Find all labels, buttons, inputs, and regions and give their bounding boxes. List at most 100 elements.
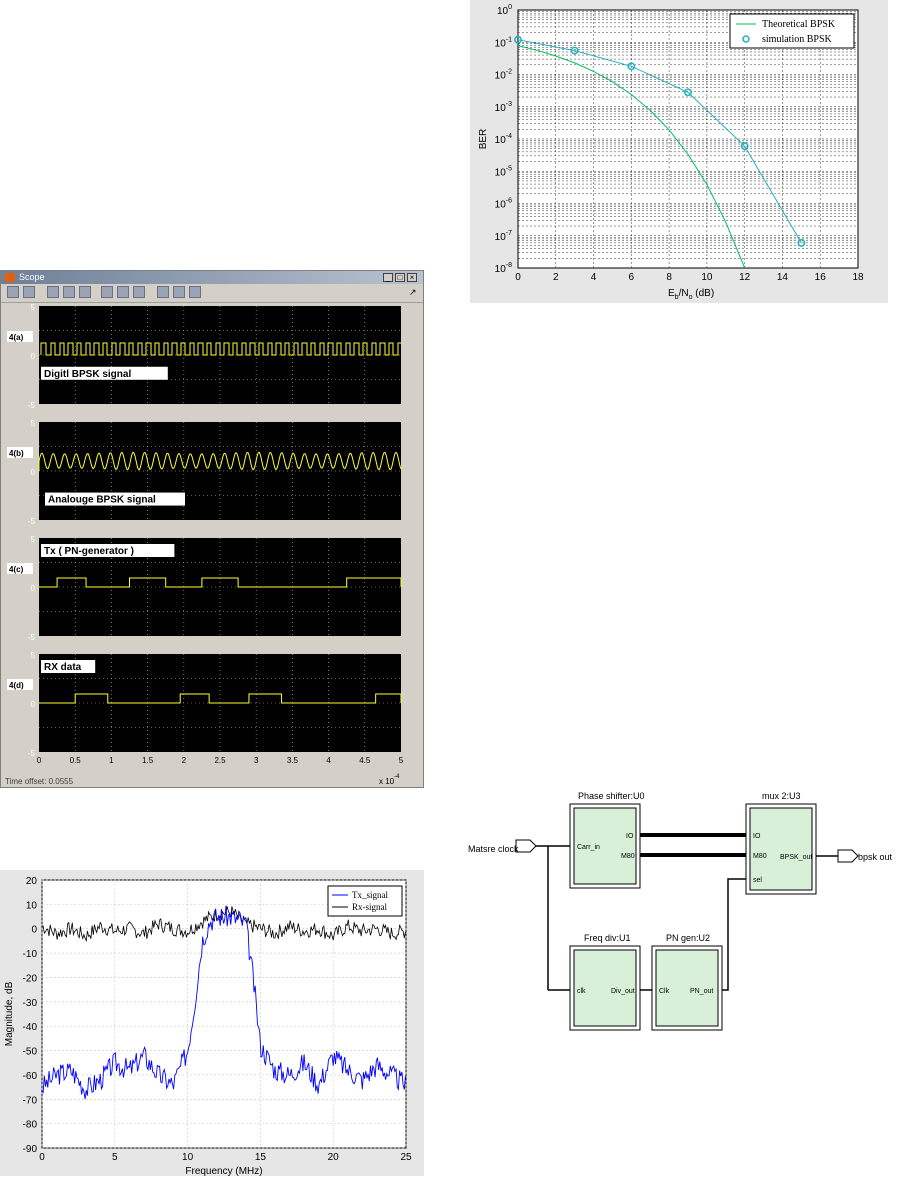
y-tick-label: 100	[497, 4, 512, 17]
x-tick-label: 2.5	[214, 756, 226, 765]
port-label: Div_out	[611, 988, 635, 995]
block-title: Phase shifter:U0	[578, 791, 645, 801]
y-tick-label: 0	[31, 352, 36, 361]
y-tick-label: -5	[28, 633, 36, 642]
signal-label: RX data	[44, 662, 82, 673]
y-tick-label: 5	[31, 303, 36, 312]
y-tick-label: -30	[23, 998, 38, 1009]
port-label: Clk	[659, 988, 670, 995]
y-tick-label: -60	[23, 1071, 38, 1082]
spectrum-figure: 0 5 10 15 20 25 20 10 0 -10 -20 -30 -40 -50 -60 -70 -80 -…	[0, 870, 424, 1176]
time-offset: Time offset: 0.0555	[5, 777, 74, 786]
signal-label: Digitl BPSK signal	[44, 369, 131, 380]
y-axis-label: BER	[478, 129, 489, 150]
block-pn-gen[interactable]: PN gen:U2 Clk PN_out	[651, 933, 723, 1031]
y-tick-label: 10-3	[495, 101, 512, 114]
y-tick-label: -80	[23, 1120, 38, 1131]
x-tick-label: 16	[815, 272, 827, 283]
y-tick-label: 20	[26, 876, 38, 887]
x-tick-label: 4	[326, 756, 331, 765]
x-tick-label: 3.5	[287, 756, 299, 765]
ber-figure: 0 2 4 6 8 10 12 14 16 18 100 10-1 10-2 10-3 10-4 10-5 10…	[470, 0, 888, 303]
params-icon[interactable]	[23, 286, 35, 298]
input-port	[515, 839, 537, 853]
y-tick-label: 5	[31, 535, 36, 544]
block-diagram: Matsre clock bpsk out Phase shifter:U0 C…	[466, 780, 911, 1040]
x-tick-label: 0	[515, 272, 521, 283]
x-tick-label: 4.5	[359, 756, 371, 765]
y-tick-label: -20	[23, 973, 38, 984]
restore-axes-icon[interactable]	[133, 286, 145, 298]
panel-id: 4(c)	[9, 565, 24, 574]
dock-arrow-icon[interactable]: ↗	[409, 287, 417, 298]
y-tick-label: -50	[23, 1047, 38, 1058]
legend-label: Rx-signal	[352, 902, 387, 912]
x-tick-label: 0	[37, 756, 42, 765]
zoom-x-icon[interactable]	[63, 286, 75, 298]
zoom-y-icon[interactable]	[79, 286, 91, 298]
zoom-icon[interactable]	[47, 286, 59, 298]
save-axes-icon[interactable]	[117, 286, 129, 298]
block-title: Freq div:U1	[584, 933, 631, 943]
y-tick-label: 10-6	[495, 198, 512, 211]
matlab-icon	[5, 273, 15, 282]
output-label: bpsk out	[858, 852, 893, 862]
x-tick-label: 10	[182, 1152, 194, 1163]
legend-label: Tx_signal	[352, 890, 388, 900]
port-label: IO	[753, 833, 761, 840]
y-tick-label: -90	[23, 1144, 38, 1155]
y-axis-label: Magnitude, dB	[4, 981, 15, 1046]
legend-label: Theoretical BPSK	[762, 19, 836, 30]
x-tick-label: 15	[255, 1152, 267, 1163]
x-axis-label: Frequency (MHz)	[185, 1166, 262, 1176]
print-icon[interactable]	[7, 286, 19, 298]
scope-window: Scope _ □ × ↗ 5 0 -5 4(a) Digitl BPSK signal…	[0, 270, 424, 788]
y-tick-label: 10-8	[495, 262, 512, 275]
y-tick-label: -40	[23, 1022, 38, 1033]
block-mux[interactable]: mux 2:U3 IO M80 sel BPSK_out	[745, 791, 817, 895]
autoscale-icon[interactable]	[101, 286, 113, 298]
y-tick-label: -70	[23, 1095, 38, 1106]
x-tick-label: 3	[254, 756, 259, 765]
x-tick-label: 10	[701, 272, 713, 283]
x-tick-label: 0	[39, 1152, 45, 1163]
scope-toolbar: ↗	[1, 284, 423, 303]
x-tick-label: 8	[666, 272, 672, 283]
scope-title: Scope	[19, 272, 45, 282]
port-label: clk	[577, 988, 586, 995]
lock-axes-icon[interactable]	[173, 286, 185, 298]
output-port	[837, 849, 859, 863]
ber-chart: 0 2 4 6 8 10 12 14 16 18 100 10-1 10-2 10-3 10-4 10-5 10…	[478, 4, 864, 301]
port-label: M80	[753, 853, 767, 860]
spectrum-chart: 0 5 10 15 20 25 20 10 0 -10 -20 -30 -40 -50 -60 -70 -80 -…	[4, 876, 412, 1176]
minimize-button[interactable]: _	[383, 273, 393, 282]
x-tick-label: 1.5	[142, 756, 154, 765]
signal-selection-icon[interactable]	[189, 286, 201, 298]
x-axis-label: Eb/No (dB)	[668, 288, 714, 301]
y-tick-label: 0	[31, 468, 36, 477]
scope-plot-area: 50-54(a)Digitl BPSK signal50-54(b)Analou…	[5, 303, 404, 786]
block-freq-div[interactable]: Freq div:U1 clk Div_out	[569, 933, 641, 1031]
x-exponent: x 10-4	[379, 774, 400, 786]
y-tick-label: 5	[31, 419, 36, 428]
y-tick-label: 0	[31, 584, 36, 593]
y-tick-label: 10-2	[495, 69, 512, 82]
y-tick-label: 10-4	[495, 133, 512, 146]
port-label: Carr_in	[577, 844, 600, 851]
panel-id: 4(b)	[9, 449, 24, 458]
floating-scope-icon[interactable]	[157, 286, 169, 298]
scope-titlebar[interactable]: Scope _ □ ×	[1, 271, 423, 284]
y-tick-label: 10-1	[495, 36, 512, 49]
y-tick-label: -10	[23, 949, 38, 960]
x-tick-label: 6	[629, 272, 635, 283]
y-tick-label: -5	[28, 401, 36, 410]
block-phase-shifter[interactable]: Phase shifter:U0 Carr_in IO M80	[569, 791, 645, 889]
close-button[interactable]: ×	[407, 273, 417, 282]
x-tick-label: 2	[182, 756, 187, 765]
maximize-button[interactable]: □	[395, 273, 405, 282]
y-tick-label: 5	[31, 651, 36, 660]
port-label: BPSK_out	[780, 854, 812, 861]
wire-pn-to-sel	[718, 878, 750, 991]
x-tick-label: 1	[109, 756, 114, 765]
signal-label: Tx ( PN-generator )	[44, 546, 134, 557]
